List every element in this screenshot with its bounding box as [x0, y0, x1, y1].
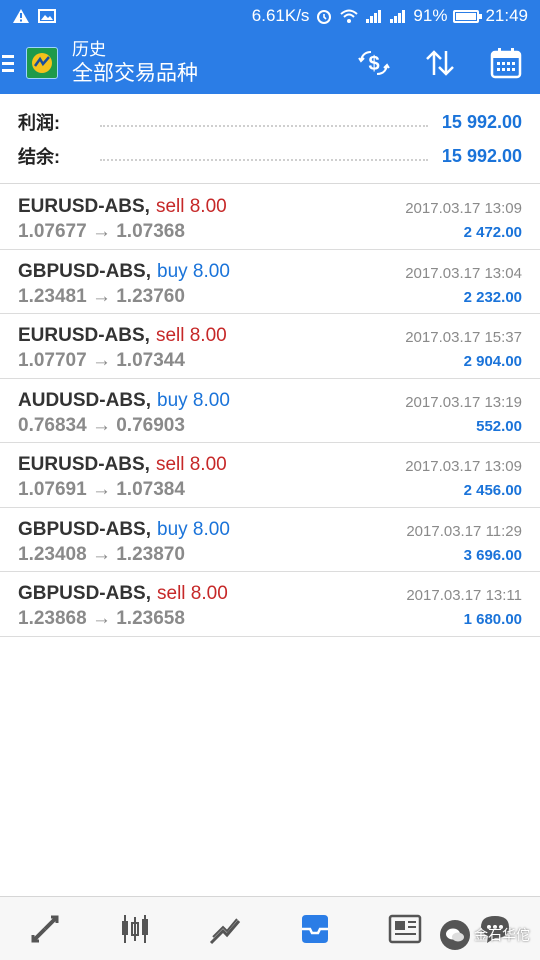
trade-side: buy 8.00: [157, 518, 230, 540]
trade-prices: 1.23481 → 1.23760: [18, 285, 185, 307]
trade-symbol: EURUSD-ABS,: [18, 325, 150, 346]
trade-profit: 1 680.00: [463, 611, 522, 628]
summary-panel: 利润: 15 992.00 结余: 15 992.00: [0, 94, 540, 184]
balance-label: 结余:: [18, 147, 60, 167]
trade-prices: 1.23408 → 1.23870: [18, 543, 185, 565]
trade-symbol: EURUSD-ABS,: [18, 196, 150, 217]
trade-side: buy 8.00: [157, 260, 230, 282]
trade-time: 2017.03.17 15:37: [405, 329, 522, 346]
trade-icon[interactable]: [201, 905, 249, 953]
dotted-leader: [100, 159, 428, 161]
svg-text:$: $: [368, 53, 379, 75]
menu-icon[interactable]: [2, 54, 18, 72]
battery-icon: [453, 9, 483, 23]
network-speed: 6.61K/s: [251, 6, 310, 25]
signal-icon: [365, 8, 383, 24]
image-icon: [38, 8, 56, 24]
trade-symbol: GBPUSD-ABS,: [18, 583, 152, 604]
symbol-filter[interactable]: 全部交易品种: [72, 62, 198, 85]
trade-side: buy 8.00: [157, 389, 230, 411]
trade-side: sell 8.00: [157, 583, 228, 604]
dotted-leader: [100, 125, 428, 127]
status-bar: 6.61K/s 91% 21:49: [0, 0, 540, 32]
trade-time: 2017.03.17 13:11: [406, 587, 522, 604]
metatrader-logo-icon: [26, 47, 58, 79]
profit-value: 15 992.00: [441, 111, 522, 132]
trade-time: 2017.03.17 13:19: [405, 393, 522, 411]
trade-profit: 552.00: [476, 417, 522, 435]
trade-row[interactable]: GBPUSD-ABS, sell 8.00 1.23868 → 1.23658 201…: [0, 572, 540, 637]
trade-symbol: GBPUSD-ABS,: [18, 260, 152, 282]
warning-icon: [12, 8, 30, 24]
quotes-icon[interactable]: [21, 905, 69, 953]
watermark-text: 金石华佗: [474, 927, 530, 943]
trade-time: 2017.03.17 13:09: [405, 458, 522, 475]
trade-profit: 3 696.00: [463, 546, 522, 564]
trade-side: sell 8.00: [155, 454, 227, 475]
wechat-icon: [440, 920, 470, 950]
battery-percent: 91%: [413, 6, 448, 25]
balance-value: 15 992.00: [441, 145, 522, 166]
trade-profit: 2 472.00: [463, 224, 522, 241]
trade-row[interactable]: EURUSD-ABS, sell 8.00 1.07677 → 1.07368 201…: [0, 185, 540, 250]
trade-symbol: EURUSD-ABS,: [18, 454, 150, 475]
trade-row[interactable]: AUDUSD-ABS, buy 8.00 0.76834 → 0.76903 2017…: [0, 379, 540, 443]
trade-prices: 1.07691 → 1.07384: [18, 479, 185, 500]
trade-symbol: AUDUSD-ABS,: [18, 389, 151, 411]
bottom-nav: 金石华佗: [0, 896, 540, 960]
clock: 21:49: [485, 6, 528, 25]
chart-icon[interactable]: [111, 905, 159, 953]
trade-row[interactable]: GBPUSD-ABS, buy 8.00 1.23408 → 1.23870 2017…: [0, 508, 540, 572]
balance-row: 结余: 15 992.00: [18, 139, 522, 173]
trade-prices: 1.23868 → 1.23658: [18, 608, 185, 629]
trade-prices: 1.07707 → 1.07344: [18, 350, 185, 371]
trade-profit: 2 456.00: [463, 482, 522, 499]
trade-row[interactable]: GBPUSD-ABS, buy 8.00 1.23481 → 1.23760 2017…: [0, 250, 540, 314]
trade-row[interactable]: EURUSD-ABS, sell 8.00 1.07707 → 1.07344 201…: [0, 314, 540, 379]
profit-label: 利润:: [18, 113, 60, 133]
trade-time: 2017.03.17 13:04: [405, 264, 522, 282]
app-bar: 历史 全部交易品种 $: [0, 32, 540, 94]
trade-profit: 2 232.00: [463, 288, 522, 306]
trade-prices: 0.76834 → 0.76903: [18, 414, 185, 436]
page-title: 历史: [72, 40, 106, 60]
calendar-icon[interactable]: [488, 45, 524, 81]
screen: 6.61K/s 91% 21:49 历史 全部交易品种 $ 利润: 15 992…: [0, 0, 540, 960]
trade-side: sell 8.00: [155, 196, 227, 217]
trade-profit: 2 904.00: [463, 353, 522, 370]
history-icon[interactable]: [291, 905, 339, 953]
trade-time: 2017.03.17 11:29: [406, 522, 522, 540]
sort-icon[interactable]: [422, 45, 458, 81]
profit-row: 利润: 15 992.00: [18, 105, 522, 139]
currency-exchange-icon[interactable]: $: [356, 45, 392, 81]
trade-side: sell 8.00: [155, 325, 227, 346]
alarm-icon: [315, 7, 333, 25]
wifi-icon: [339, 8, 359, 24]
signal-icon-2: [389, 8, 407, 24]
news-icon[interactable]: [381, 905, 429, 953]
trade-symbol: GBPUSD-ABS,: [18, 518, 152, 540]
trade-history-list: EURUSD-ABS, sell 8.00 1.07677 → 1.07368 201…: [0, 185, 540, 637]
watermark: 金石华佗: [440, 920, 530, 950]
trade-prices: 1.07677 → 1.07368: [18, 221, 185, 242]
trade-time: 2017.03.17 13:09: [405, 200, 522, 217]
trade-row[interactable]: EURUSD-ABS, sell 8.00 1.07691 → 1.07384 201…: [0, 443, 540, 508]
